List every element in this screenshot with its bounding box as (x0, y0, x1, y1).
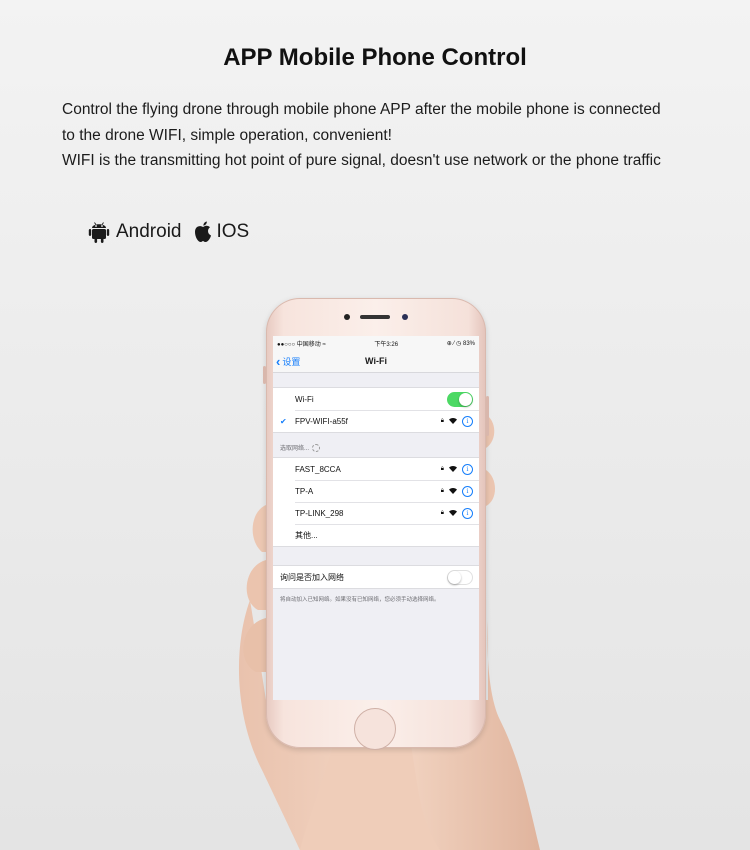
loading-spinner-icon (312, 444, 321, 452)
wifi-toggle-label: Wi-Fi (295, 394, 314, 404)
wifi-settings-screen: ●●○○○ 中国移动 ≈ 下午3:26 ⊕ ⁄ ◷ 83% ‹ 设置 Wi-Fi… (273, 336, 479, 700)
wifi-toggle-row: Wi-Fi (273, 388, 479, 410)
other-network-label: 其他... (295, 530, 318, 540)
ask-to-join-group: 询问是否加入网络 (273, 565, 479, 589)
network-row[interactable]: TP-LINK_298 🔒︎ i (273, 502, 479, 524)
earpiece-speaker (360, 315, 390, 319)
page-title: APP Mobile Phone Control (223, 44, 527, 71)
info-icon[interactable]: i (462, 463, 473, 475)
lock-icon: 🔒︎ (440, 487, 444, 494)
network-name: FPV-WIFI-a55f (295, 416, 348, 426)
wifi-toggle[interactable] (447, 391, 473, 407)
checkmark-icon: ✔ (280, 416, 287, 426)
network-name: TP-LINK_298 (295, 508, 344, 518)
battery-indicator: ⊕ ⁄ ◷ 83% (446, 340, 475, 347)
wifi-group: Wi-Fi ✔ FPV-WIFI-a55f 🔒︎ i (273, 387, 479, 433)
ask-to-join-label: 询问是否加入网络 (280, 572, 344, 582)
platform-ios: IOS (193, 220, 250, 244)
smartphone: ●●○○○ 中国移动 ≈ 下午3:26 ⊕ ⁄ ◷ 83% ‹ 设置 Wi-Fi… (263, 298, 489, 750)
wifi-signal-icon (449, 466, 457, 472)
network-list: FAST_8CCA 🔒︎ i TP-A 🔒︎ i TP-LINK_298 🔒︎ … (273, 457, 479, 547)
nav-title: Wi-Fi (365, 356, 387, 366)
network-row[interactable]: FAST_8CCA 🔒︎ i (273, 458, 479, 480)
android-label: Android (116, 221, 182, 242)
wifi-signal-icon (449, 418, 457, 424)
wifi-signal-icon (449, 510, 457, 516)
info-icon[interactable]: i (462, 507, 473, 519)
network-row[interactable]: TP-A 🔒︎ i (273, 480, 479, 502)
apple-icon (193, 220, 213, 244)
info-icon[interactable]: i (462, 485, 473, 497)
other-network-row[interactable]: 其他... (273, 524, 479, 546)
info-icon[interactable]: i (462, 415, 473, 427)
android-icon (88, 220, 110, 244)
network-name: FAST_8CCA (295, 464, 341, 474)
description-line: WIFI is the transmitting hot point of pu… (62, 152, 661, 169)
lock-icon: 🔒︎ (440, 417, 444, 424)
platform-list: Android IOS (88, 220, 249, 244)
platform-android: Android (88, 220, 193, 244)
status-time: 下午3:26 (374, 341, 399, 348)
status-bar: ●●○○○ 中国移动 ≈ 下午3:26 ⊕ ⁄ ◷ 83% (273, 336, 479, 350)
ask-to-join-footnote: 将自动加入已知网络。如果没有已知网络，您必须手动选择网络。 (280, 597, 440, 603)
nav-bar: ‹ 设置 Wi-Fi (273, 350, 479, 373)
network-name: TP-A (295, 486, 314, 496)
description-line: Control the flying drone through mobile … (62, 101, 661, 118)
power-button (486, 396, 489, 436)
lock-icon: 🔒︎ (440, 509, 444, 516)
front-camera (402, 314, 408, 320)
ask-to-join-toggle[interactable] (447, 569, 473, 585)
home-button[interactable] (354, 708, 396, 750)
choose-network-header: 选取网络... (273, 433, 479, 457)
front-sensor (344, 314, 350, 320)
choose-network-label: 选取网络... (280, 446, 310, 452)
wifi-signal-icon (449, 488, 457, 494)
connected-network-row[interactable]: ✔ FPV-WIFI-a55f 🔒︎ i (273, 410, 479, 432)
ask-to-join-row: 询问是否加入网络 (273, 566, 479, 588)
lock-icon: 🔒︎ (440, 465, 444, 472)
description-line: to the drone WIFI, simple operation, con… (62, 126, 392, 144)
ios-label: IOS (216, 221, 250, 242)
carrier-signal: ●●○○○ 中国移动 ≈ (277, 341, 326, 348)
description: Control the flying drone through mobile … (62, 97, 702, 174)
mute-switch (263, 366, 266, 384)
